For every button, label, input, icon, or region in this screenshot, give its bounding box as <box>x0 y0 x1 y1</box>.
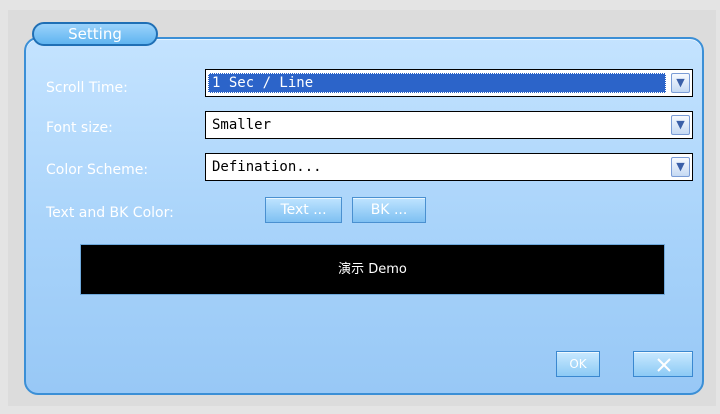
close-icon <box>657 358 671 372</box>
ok-button[interactable]: OK <box>556 351 600 377</box>
scroll-time-select[interactable]: 1 Sec / Line ▼ <box>205 69 693 97</box>
bk-color-button[interactable]: BK ... <box>352 197 426 223</box>
font-size-value: Smaller <box>212 117 272 133</box>
chevron-down-icon[interactable]: ▼ <box>671 73 690 93</box>
text-color-button[interactable]: Text ... <box>265 197 342 223</box>
scroll-time-value: 1 Sec / Line <box>208 73 666 93</box>
demo-preview: 演示 Demo <box>80 244 665 295</box>
color-scheme-label: Color Scheme: <box>46 162 149 178</box>
text-bk-color-label: Text and BK Color: <box>46 205 174 221</box>
close-button[interactable] <box>633 351 693 377</box>
color-scheme-value: Defination... <box>212 159 322 175</box>
chevron-down-icon[interactable]: ▼ <box>671 115 690 135</box>
font-size-select[interactable]: Smaller ▼ <box>205 111 693 139</box>
scroll-time-label: Scroll Time: <box>46 80 128 96</box>
tab-setting[interactable]: Setting <box>32 22 158 46</box>
font-size-label: Font size: <box>46 120 113 136</box>
color-scheme-select[interactable]: Defination... ▼ <box>205 153 693 181</box>
chevron-down-icon[interactable]: ▼ <box>671 157 690 177</box>
